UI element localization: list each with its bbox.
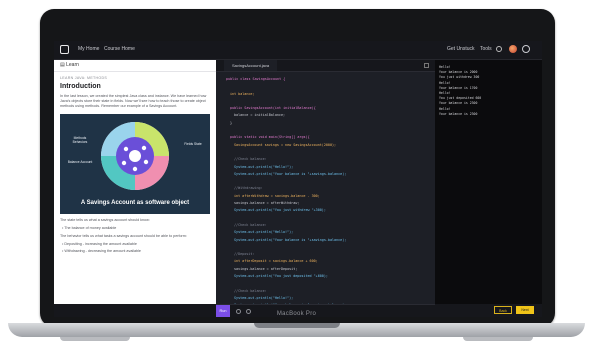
figure-caption: A Savings Account as software object <box>80 200 190 206</box>
lesson-title: Introduction <box>60 83 101 90</box>
tools-link[interactable]: Tools <box>480 46 492 52</box>
code-area[interactable]: public class SavingsAccount { int balanc… <box>216 72 435 309</box>
device-brand: MacBook Pro <box>276 311 317 317</box>
lesson-panel-label: Learn <box>66 62 79 68</box>
code-line[interactable]: } <box>226 121 435 126</box>
code-line[interactable]: balance = initialBalance; <box>226 113 435 118</box>
code-line[interactable] <box>226 128 435 133</box>
console-output: Hello! Your balance is 2000 You just withd… <box>439 65 542 117</box>
code-line[interactable]: SavingsAccount savings = new SavingsAcco… <box>226 143 435 148</box>
tab-savingsaccount-java[interactable]: SavingsAccount.java <box>224 60 278 71</box>
breadcrumb: LEARN JAVA: METHODS <box>60 76 108 80</box>
code-line[interactable]: System.out.println("Your balance is "+sa… <box>226 172 435 177</box>
help-icon[interactable] <box>496 46 502 52</box>
code-line[interactable]: //Check balance: <box>226 157 435 162</box>
code-line[interactable] <box>226 99 435 104</box>
code-line[interactable]: System.out.println("You just deposited "… <box>226 274 435 279</box>
diagram-node <box>121 160 127 166</box>
app-topbar: My Home Course Home Get Unstuck Tools <box>54 41 542 60</box>
code-line[interactable]: public class SavingsAccount { <box>226 77 435 82</box>
savings-account-figure: Methods Behaviors Balance Account Fields… <box>60 114 210 214</box>
console-line: Your balance is 2300 <box>439 111 478 116</box>
code-line[interactable] <box>226 84 435 89</box>
savings-account-diagram <box>101 122 169 190</box>
app-logo-icon[interactable] <box>60 45 69 54</box>
lesson-state-paragraph: The state tells us what a savings accoun… <box>60 218 150 222</box>
diagram-core-dot <box>129 150 141 162</box>
lesson-behavior-paragraph: The behavior tells us what tasks a savin… <box>60 234 187 238</box>
avatar[interactable] <box>509 45 517 53</box>
code-line[interactable]: //Deposit: <box>226 252 435 257</box>
lesson-intro: In the last lesson, we created the simpl… <box>60 94 207 108</box>
code-line[interactable]: int afterDeposit = savings.balance + 600… <box>226 259 435 264</box>
code-editor[interactable]: SavingsAccount.java public class Savings… <box>216 60 435 317</box>
diagram-node <box>123 146 129 152</box>
code-line[interactable]: System.out.println("Hello!"); <box>226 296 435 301</box>
laptop-foot-left <box>60 337 130 341</box>
settings-icon[interactable] <box>522 45 530 53</box>
code-line[interactable]: //Check balance: <box>226 223 435 228</box>
get-unstuck-link[interactable]: Get Unstuck <box>447 46 475 52</box>
figure-label-methods: Methods Behaviors <box>72 136 88 144</box>
code-line[interactable] <box>226 150 435 155</box>
output-console: Hello! Your balance is 2000 You just withd… <box>435 60 542 304</box>
laptop-notch <box>254 323 340 328</box>
lesson-panel: ▤ Learn LEARN JAVA: METHODS Introduction… <box>54 60 216 317</box>
code-line[interactable]: int afterWithdraw = savings.balance - 30… <box>226 194 435 199</box>
figure-label-fields: Fields State <box>184 142 202 146</box>
code-line[interactable] <box>226 179 435 184</box>
code-line[interactable]: System.out.println("Hello!"); <box>226 165 435 170</box>
laptop-screen: My Home Course Home Get Unstuck Tools ▤ … <box>54 41 542 317</box>
code-line[interactable]: //Withdrawing: <box>226 186 435 191</box>
diagram-node <box>143 159 149 165</box>
code-line[interactable] <box>226 216 435 221</box>
lesson-panel-header: ▤ Learn <box>54 60 216 72</box>
list-item: Withdrawing - decreasing the amount avai… <box>62 249 210 253</box>
code-line[interactable] <box>226 281 435 286</box>
code-line[interactable]: savings.balance = afterDeposit; <box>226 267 435 272</box>
code-line[interactable]: public SavingsAccount(int initialBalance… <box>226 106 435 111</box>
laptop-foot-right <box>463 337 533 341</box>
editor-tab-bar: SavingsAccount.java <box>216 60 435 72</box>
nav-course-home[interactable]: Course Home <box>104 46 135 52</box>
nav-my-home[interactable]: My Home <box>78 46 99 52</box>
diagram-node <box>132 166 138 172</box>
code-line[interactable]: int balance; <box>226 92 435 97</box>
figure-label-balance: Balance Account <box>67 160 93 164</box>
code-line[interactable]: System.out.println("You just withdrew "+… <box>226 208 435 213</box>
code-line[interactable]: System.out.println("Your balance is "+sa… <box>226 238 435 243</box>
code-line[interactable]: savings.balance = afterWithdraw; <box>226 201 435 206</box>
code-line[interactable]: //Check balance: <box>226 289 435 294</box>
code-line[interactable]: public static void main(String[] args){ <box>226 135 435 140</box>
code-line[interactable]: System.out.println("Hello!"); <box>226 230 435 235</box>
code-line[interactable] <box>226 245 435 250</box>
list-item: The balance of money available <box>62 226 210 230</box>
expand-icon[interactable] <box>424 63 429 68</box>
list-item: Depositing - increasing the amount avail… <box>62 242 210 246</box>
diagram-node <box>141 145 147 151</box>
